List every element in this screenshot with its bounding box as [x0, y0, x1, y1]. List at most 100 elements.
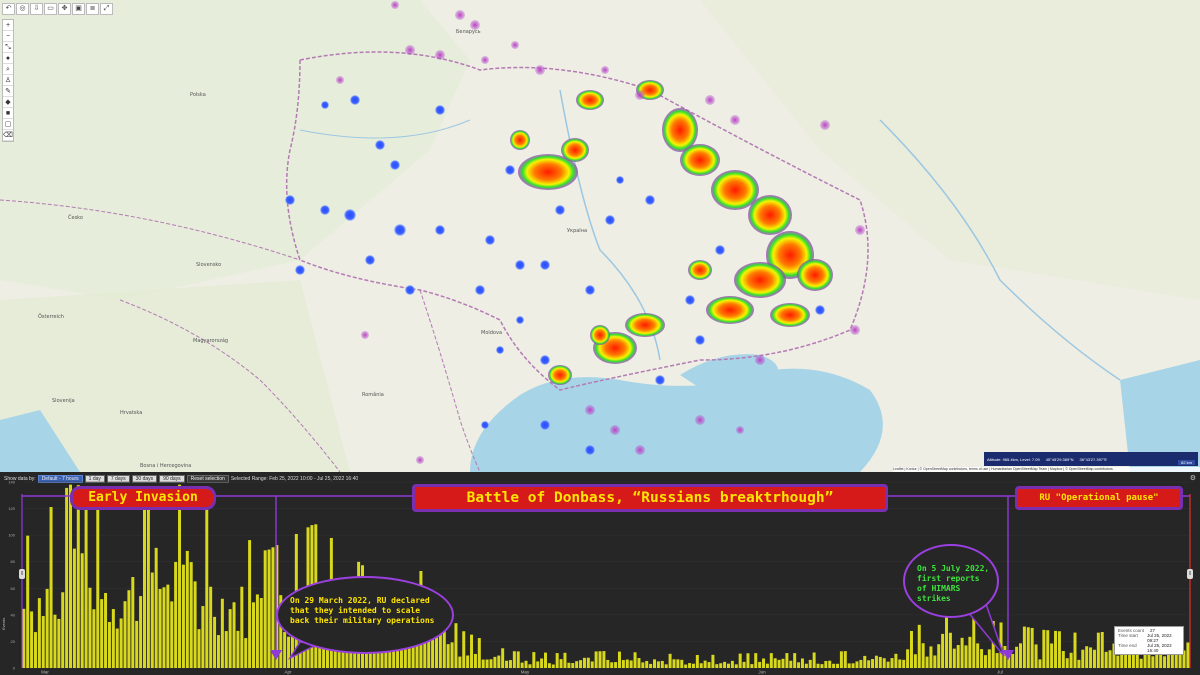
range-end-handle[interactable]: ‖ — [1187, 569, 1193, 579]
histogram-bar — [925, 656, 929, 668]
histogram-bar — [1092, 649, 1096, 668]
y-tick-label: 40 — [11, 612, 16, 617]
tooltip-key: Time end — [1118, 643, 1137, 648]
range-start-handle[interactable]: ‖ — [19, 569, 25, 579]
histogram-bar — [96, 498, 100, 668]
histogram-bar — [898, 659, 902, 668]
histogram-bar — [995, 653, 999, 668]
map-view[interactable]: Беларусь Україна Polska Česko Slovensko … — [0, 0, 1200, 472]
histogram-bar — [454, 623, 458, 668]
histogram-bar — [248, 540, 252, 668]
layers-icon[interactable]: ≣ — [86, 3, 99, 15]
histogram-bar — [473, 653, 477, 668]
histogram-bar — [255, 594, 259, 668]
histogram-bar — [820, 664, 824, 668]
download-icon[interactable]: ⇩ — [30, 3, 43, 15]
histogram-bar — [69, 484, 73, 668]
histogram-bar — [111, 609, 115, 668]
zoom-out-icon[interactable]: − — [3, 31, 13, 42]
image-icon[interactable]: ▣ — [72, 3, 85, 15]
histogram-bar — [703, 660, 707, 668]
person-icon[interactable]: ♙ — [3, 75, 13, 86]
histogram-bar — [1100, 631, 1104, 668]
histogram-bar — [836, 663, 839, 668]
zoom-in-icon[interactable]: + — [3, 20, 13, 31]
locate-icon[interactable]: ● — [3, 53, 13, 64]
histogram-bar — [1030, 627, 1034, 668]
histogram-bar — [1050, 643, 1054, 668]
record-icon[interactable]: ◎ — [16, 3, 29, 15]
map-toolbar-left: + − ⤡ ● ⌕ ♙ ✎ ◆ ■ ▢ ⌫ — [2, 19, 14, 142]
histogram-bar — [777, 659, 781, 668]
move-icon[interactable]: ✥ — [58, 3, 71, 15]
histogram-bar — [890, 658, 894, 668]
histogram-bar — [72, 548, 76, 668]
delete-icon[interactable]: ▢ — [3, 119, 13, 130]
histogram-bar — [197, 629, 201, 668]
histogram-bar — [26, 535, 30, 668]
early-invasion-banner: Early Invasion — [70, 486, 216, 510]
histogram-bar — [956, 645, 960, 668]
histogram-bar — [921, 643, 925, 668]
operational-pause-banner: RU "Operational pause" — [1015, 486, 1183, 510]
histogram-bar — [224, 631, 228, 668]
histogram-bar — [719, 663, 723, 668]
histogram-bar — [746, 653, 750, 668]
histogram-bar — [236, 630, 240, 668]
histogram-bar — [559, 659, 563, 668]
histogram-bar — [532, 652, 536, 668]
histogram-bar — [582, 657, 586, 668]
histogram-bar — [162, 587, 166, 668]
histogram-bar — [781, 658, 785, 668]
histogram-bar — [485, 659, 489, 668]
y-tick-label: 0 — [13, 666, 16, 671]
histogram-bar — [590, 661, 594, 668]
histogram-bar — [1124, 654, 1128, 668]
histogram-bar — [1096, 632, 1100, 668]
histogram-bar — [808, 659, 812, 668]
histogram-bar — [119, 618, 123, 668]
histogram-bar — [470, 634, 474, 668]
histogram-bar — [1104, 651, 1108, 668]
trash-icon[interactable]: ⌫ — [3, 130, 13, 141]
y-tick-label: 140 — [8, 480, 15, 485]
histogram-bar — [863, 655, 867, 668]
histogram-bar — [878, 656, 882, 668]
undo-icon[interactable]: ↶ — [2, 3, 15, 15]
label-romania: România — [362, 392, 384, 398]
histogram-bar — [571, 663, 575, 668]
histogram-bar — [614, 662, 618, 668]
histogram-bar — [983, 655, 987, 668]
histogram-bar — [57, 618, 61, 668]
histogram-bar — [544, 652, 547, 668]
histogram-bar — [804, 663, 808, 668]
y-axis-label: Events — [1, 617, 6, 630]
pencil-icon[interactable]: ✎ — [3, 86, 13, 97]
coordinates-readout: Altitude: 965.4km, Level: 7.09 45°45'29.… — [984, 452, 1198, 466]
histogram-bar — [107, 621, 111, 668]
histogram-bar — [92, 609, 96, 668]
histogram-bar — [563, 652, 567, 668]
bar-tooltip: Events count 27 Time start Jul 25, 2022 09… — [1114, 626, 1184, 655]
histogram-bar — [547, 663, 551, 668]
fit-icon[interactable]: ⤡ — [3, 42, 13, 53]
histogram-bar — [220, 598, 224, 668]
histogram-bar — [450, 642, 454, 668]
histogram-bar — [637, 658, 641, 668]
longitude-readout: 36°43'27.397"E — [1079, 456, 1108, 462]
histogram-bar — [629, 660, 633, 668]
camera-icon[interactable]: ▭ — [44, 3, 57, 15]
histogram-bar — [874, 655, 878, 668]
histogram-bar — [987, 649, 991, 668]
x-tick-label: Jun — [758, 670, 766, 675]
histogram-bar — [1143, 653, 1147, 668]
histogram-bar — [976, 643, 980, 668]
fullscreen-icon[interactable]: ⤢ — [100, 3, 113, 15]
histogram-bar — [606, 659, 610, 668]
histogram-bar — [252, 602, 255, 668]
histogram-bar — [800, 658, 804, 668]
eraser-icon[interactable]: ◆ — [3, 97, 13, 108]
search-icon[interactable]: ⌕ — [3, 64, 13, 75]
histogram-bar — [952, 648, 956, 668]
square-icon[interactable]: ■ — [3, 108, 13, 119]
